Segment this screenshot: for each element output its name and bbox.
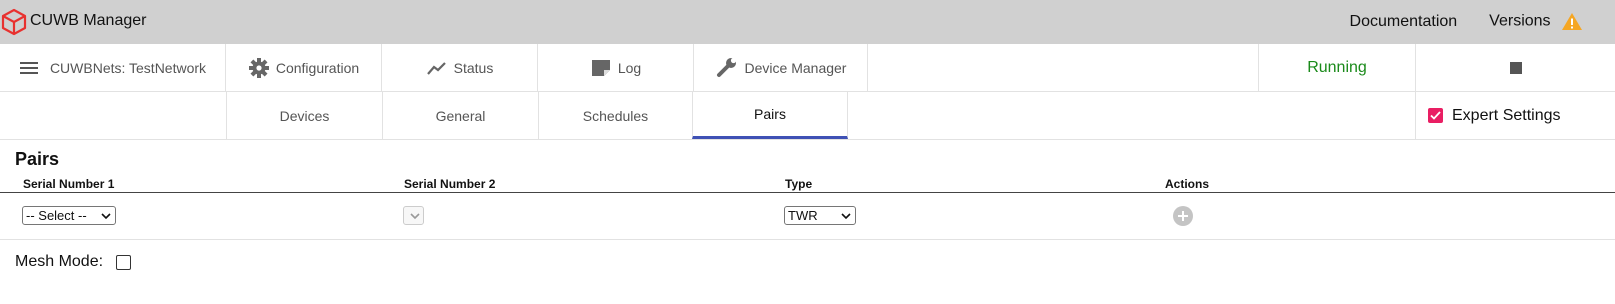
- stop-icon: [1509, 61, 1522, 74]
- running-status-text: Running: [1307, 58, 1367, 76]
- cuwb-logo-icon: [1, 8, 27, 36]
- nav-item-label: Status: [453, 59, 494, 76]
- nav-item-device-manager[interactable]: Device Manager: [694, 44, 868, 91]
- top-header-bar: CUWB Manager Documentation Versions: [0, 0, 1615, 44]
- chevron-down-icon: [101, 213, 111, 220]
- trend-line-icon: [426, 61, 446, 75]
- wrench-icon: [716, 57, 736, 77]
- type-select-value: TWR: [788, 208, 818, 223]
- app-title: CUWB Manager: [30, 12, 147, 29]
- column-header-actions: Actions: [1165, 177, 1210, 191]
- header-divider: [0, 192, 1615, 193]
- versions-label: Versions: [1489, 12, 1551, 30]
- expert-settings-toggle[interactable]: Expert Settings: [1415, 92, 1615, 139]
- documentation-link[interactable]: Documentation: [1350, 13, 1458, 31]
- network-menu-button[interactable]: CUWBNets: TestNetwork: [0, 44, 226, 91]
- mesh-mode-checkbox[interactable]: [116, 255, 131, 270]
- tab-label: General: [435, 107, 486, 124]
- add-pair-button[interactable]: [1173, 206, 1193, 226]
- sub-tabs: Devices General Schedules Pairs Expert S…: [0, 92, 1615, 140]
- versions-link[interactable]: Versions: [1489, 12, 1583, 31]
- hamburger-menu-icon: [19, 61, 38, 74]
- chevron-down-icon: [841, 213, 851, 220]
- warning-icon: [1562, 13, 1582, 30]
- nav-item-log[interactable]: Log: [538, 44, 694, 91]
- column-header-serial2: Serial Number 2: [404, 177, 496, 191]
- serial1-select[interactable]: -- Select --: [22, 206, 116, 225]
- expert-settings-label: Expert Settings: [1452, 106, 1561, 124]
- tab-label: Pairs: [754, 106, 786, 122]
- column-header-type: Type: [785, 177, 813, 191]
- serial1-select-value: -- Select --: [26, 208, 87, 223]
- gear-icon: [248, 57, 269, 78]
- nav-item-status[interactable]: Status: [382, 44, 538, 91]
- mesh-mode-label: Mesh Mode:: [15, 253, 104, 270]
- expert-settings-checkbox[interactable]: [1428, 108, 1443, 123]
- type-select[interactable]: TWR: [784, 206, 856, 225]
- tab-general[interactable]: General: [382, 92, 538, 139]
- page-title: Pairs: [15, 149, 60, 169]
- add-circle-icon: [1178, 211, 1188, 221]
- note-icon: [591, 59, 610, 76]
- chevron-down-icon: [410, 213, 420, 220]
- tab-devices[interactable]: Devices: [226, 92, 382, 139]
- header-links: Documentation Versions: [1318, 12, 1583, 31]
- tab-label: Devices: [279, 107, 330, 124]
- status-indicator: Running: [1258, 44, 1415, 91]
- column-header-serial1: Serial Number 1: [23, 177, 115, 191]
- nav-item-label: Log: [617, 59, 642, 76]
- nav-item-label: Device Manager: [744, 59, 847, 76]
- tab-label: Schedules: [582, 107, 649, 124]
- checkmark-icon: [1430, 111, 1441, 120]
- nav-item-configuration[interactable]: Configuration: [226, 44, 382, 91]
- main-nav: CUWBNets: TestNetwork Configuration Stat…: [0, 44, 1615, 92]
- nav-item-label: Configuration: [275, 59, 360, 76]
- tab-pairs[interactable]: Pairs: [692, 92, 848, 139]
- serial2-select[interactable]: [403, 206, 424, 225]
- row-divider: [0, 239, 1615, 240]
- stop-button[interactable]: [1415, 44, 1615, 91]
- tab-schedules[interactable]: Schedules: [538, 92, 692, 139]
- network-label: CUWBNets: TestNetwork: [49, 59, 207, 76]
